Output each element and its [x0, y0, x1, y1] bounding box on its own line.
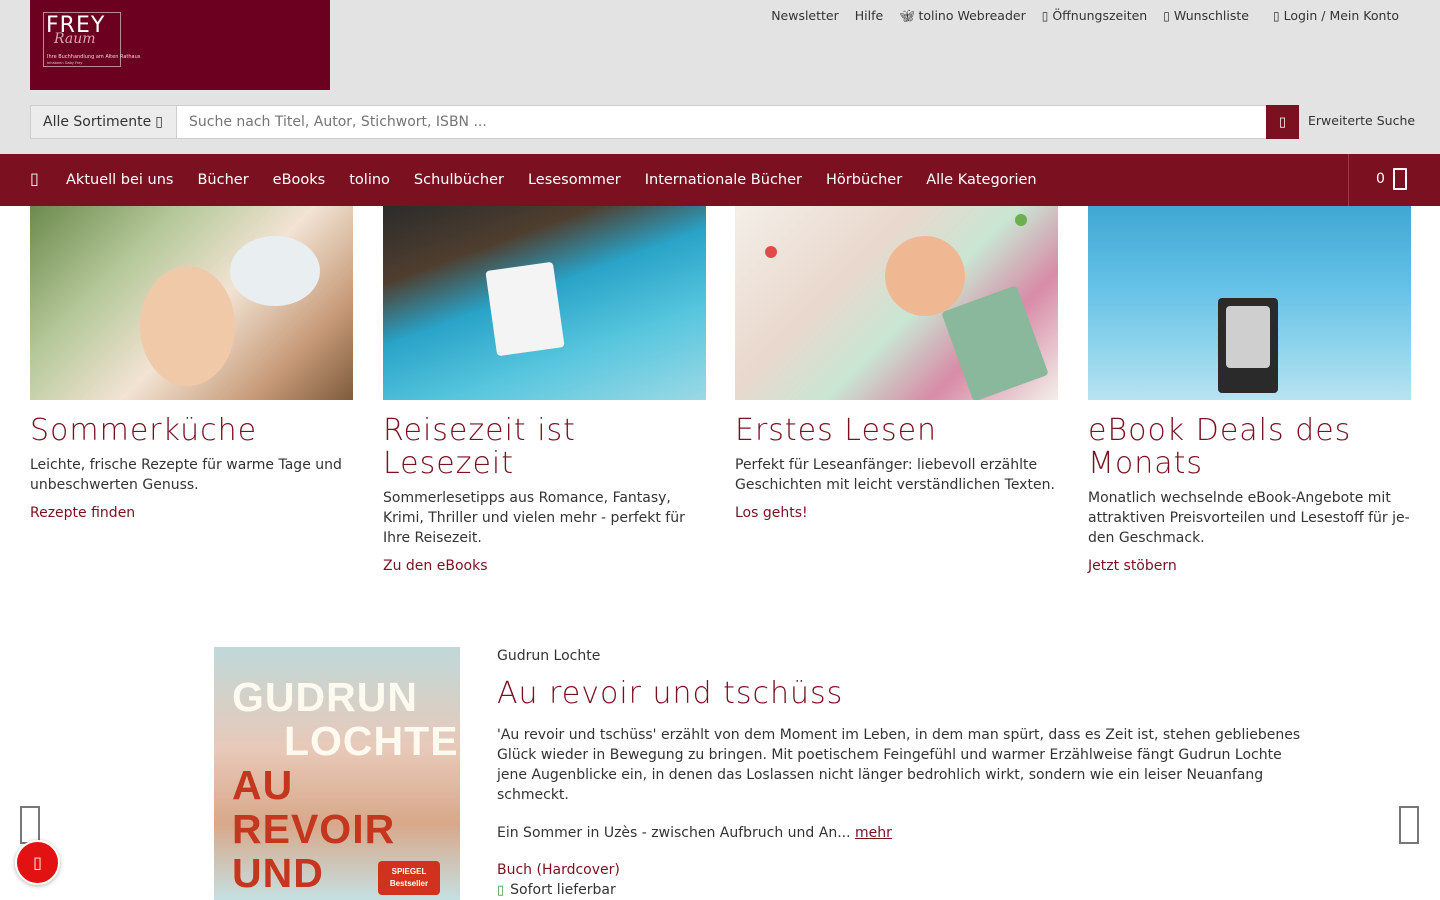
badge-line: SPIEGEL [391, 867, 427, 876]
teaser-text: Perfekt für Leseanfänger: liebevoll erzä… [735, 457, 1055, 493]
teaser-image [383, 206, 706, 400]
cart-count: 0 [1376, 171, 1385, 187]
logo-script: Raum [54, 31, 96, 47]
availability: ▯ Sofort lieferbar [497, 882, 616, 898]
opening-hours-link[interactable]: ▯ Öffnungszeiten [1042, 8, 1148, 23]
teaser-title: eBook Deals des Monats [1088, 413, 1352, 481]
cover-line: REVOIR [232, 806, 396, 852]
search-bar: Alle Sortimente ▯ ▯ Erweiterte Suche [30, 105, 1415, 139]
opening-hours-label: Öffnungszeiten [1052, 8, 1148, 23]
child-shape [140, 266, 235, 386]
ereader-shape [485, 261, 565, 357]
logo-mark: FREY Raum Ihre Buchhandlung am Alten Rat… [43, 12, 140, 67]
cart-icon [1392, 168, 1407, 190]
book-title[interactable]: Au revoir und tschüss [497, 676, 843, 711]
sortiment-select[interactable]: Alle Sortimente ▯ [30, 105, 177, 139]
wishlist-link[interactable]: ▯ Wunschliste [1163, 8, 1249, 23]
nav-item-aktuell[interactable]: Aktuell bei uns [66, 172, 173, 188]
book-description: 'Au revoir und tschüss' erzählt von dem … [497, 727, 1301, 803]
chevron-down-icon: ▯ [155, 114, 163, 130]
logo-owner: Inhaberin Gaby Frey [47, 61, 83, 65]
teaser-title: Sommerküche [30, 413, 258, 448]
child-shape [885, 236, 965, 316]
dot-shape [1015, 214, 1027, 226]
teaser-text: Monatlich wechselnde eBook-Angebote mit … [1088, 490, 1410, 546]
teaser-link[interactable]: Los gehts! [735, 505, 1058, 521]
teaser-card[interactable]: Sommerküche Leichte, frische Rezepte für… [30, 206, 353, 521]
teaser-image [735, 206, 1058, 400]
search-icon: ▯ [1278, 114, 1287, 129]
teaser-image [30, 206, 353, 400]
teaser-link[interactable]: Jetzt stöbern [1088, 558, 1411, 574]
nav-items: Aktuell bei uns Bücher eBooks tolino Sch… [66, 154, 1037, 206]
cover-line: UND [232, 850, 324, 896]
newsletter-label: Newsletter [771, 8, 839, 23]
login-label: Login / Mein Konto [1283, 8, 1399, 23]
nav-divider [1348, 154, 1349, 206]
heart-icon: ▯ [1163, 8, 1170, 23]
cart-button[interactable]: 0 [1376, 168, 1407, 190]
search-input[interactable] [176, 105, 1267, 139]
bestseller-badge: SPIEGEL Bestseller [378, 861, 440, 895]
teaser-card[interactable]: Erstes Lesen Perfekt für Leseanfänger: l… [735, 206, 1058, 521]
nav-item-internationale-buecher[interactable]: Internationale Bücher [645, 172, 802, 188]
nav-item-alle-kategorien[interactable]: Alle Kategorien [926, 172, 1036, 188]
tolino-webreader-label: tolino Webreader [918, 8, 1026, 23]
teaser-image [1088, 206, 1411, 400]
chat-icon: ▯ [33, 853, 42, 872]
top-links: Newsletter Hilfe 🦋︎ tolino Webreader ▯ Öff… [771, 8, 1399, 23]
teaser-link[interactable]: Rezepte finden [30, 505, 353, 521]
badge-line: Bestseller [389, 879, 429, 888]
ereader-screen [1226, 306, 1270, 368]
teaser-card[interactable]: eBook Deals des Monats Monatlich wechsel… [1088, 206, 1411, 574]
book-format[interactable]: Buch (Hardcover) [497, 862, 620, 878]
newsletter-link[interactable]: Newsletter [771, 8, 839, 23]
search-button[interactable]: ▯ [1266, 105, 1299, 139]
nav-item-schulbuecher[interactable]: Schulbücher [414, 172, 504, 188]
advanced-search-link[interactable]: Erweiterte Suche [1308, 113, 1415, 128]
teaser-text: Sommerlesetipps aus Romance, Fantasy, Kr… [383, 490, 685, 546]
help-label: Hilfe [854, 8, 884, 23]
nav-item-tolino[interactable]: tolino [349, 172, 390, 188]
cover-line: GUDRUN [232, 674, 418, 720]
nav-item-ebooks[interactable]: eBooks [273, 172, 326, 188]
slider-next-button[interactable] [1399, 806, 1419, 844]
nav-item-buecher[interactable]: Bücher [197, 172, 248, 188]
cover-line: AU [232, 762, 294, 808]
availability-text: Sofort lieferbar [510, 882, 616, 898]
book-teaser: Ein Sommer in Uzès - zwischen Aufbruch u… [497, 825, 892, 841]
dot-shape [765, 246, 777, 258]
home-icon[interactable]: ▯ [30, 169, 39, 188]
teaser-card[interactable]: Reisezeit ist Lesezeit Sommerlesetipps a… [383, 206, 706, 574]
logo-subtitle: Ihre Buchhandlung am Alten Rathaus [47, 54, 141, 60]
help-link[interactable]: Hilfe [855, 8, 883, 23]
clock-icon: ▯ [1041, 8, 1049, 23]
book-author[interactable]: Gudrun Lochte [497, 648, 600, 664]
main-nav: ▯ Aktuell bei uns Bücher eBooks tolino S… [0, 154, 1440, 206]
teaser-link[interactable]: Zu den eBooks [383, 558, 706, 574]
teaser-title: Reisezeit ist Lesezeit [383, 413, 576, 481]
book-cover[interactable]: GUDRUN LOCHTE AU REVOIR UND SPIEGEL Best… [214, 647, 460, 900]
site-header: FREY Raum Ihre Buchhandlung am Alten Rat… [0, 0, 1440, 154]
user-icon: ▯ [1272, 8, 1280, 23]
butterfly-icon: 🦋︎ [899, 8, 915, 23]
tolino-webreader-link[interactable]: 🦋︎ tolino Webreader [899, 8, 1026, 23]
floating-action-button[interactable]: ▯ [15, 840, 60, 885]
book-teaser-text: Ein Sommer in Uzès - zwischen Aufbruch u… [497, 825, 851, 841]
more-link[interactable]: mehr [855, 825, 892, 841]
teaser-text: Leichte, frische Rezepte für warme Tage … [30, 457, 342, 493]
wishlist-label: Wunschliste [1173, 8, 1249, 23]
book-shape [941, 285, 1049, 400]
login-link[interactable]: ▯ Login / Mein Konto [1273, 8, 1399, 23]
check-icon: ▯ [497, 882, 505, 898]
cover-line: LOCHTE [284, 718, 459, 764]
flowers-shape [230, 236, 320, 306]
sortiment-label: Alle Sortimente [43, 114, 152, 130]
logo[interactable]: FREY Raum Ihre Buchhandlung am Alten Rat… [30, 0, 330, 90]
teaser-title: Erstes Lesen [735, 413, 938, 448]
nav-item-hoerbuecher[interactable]: Hörbücher [826, 172, 902, 188]
slider-prev-button[interactable] [20, 806, 40, 844]
nav-item-lesesommer[interactable]: Lesesommer [528, 172, 621, 188]
